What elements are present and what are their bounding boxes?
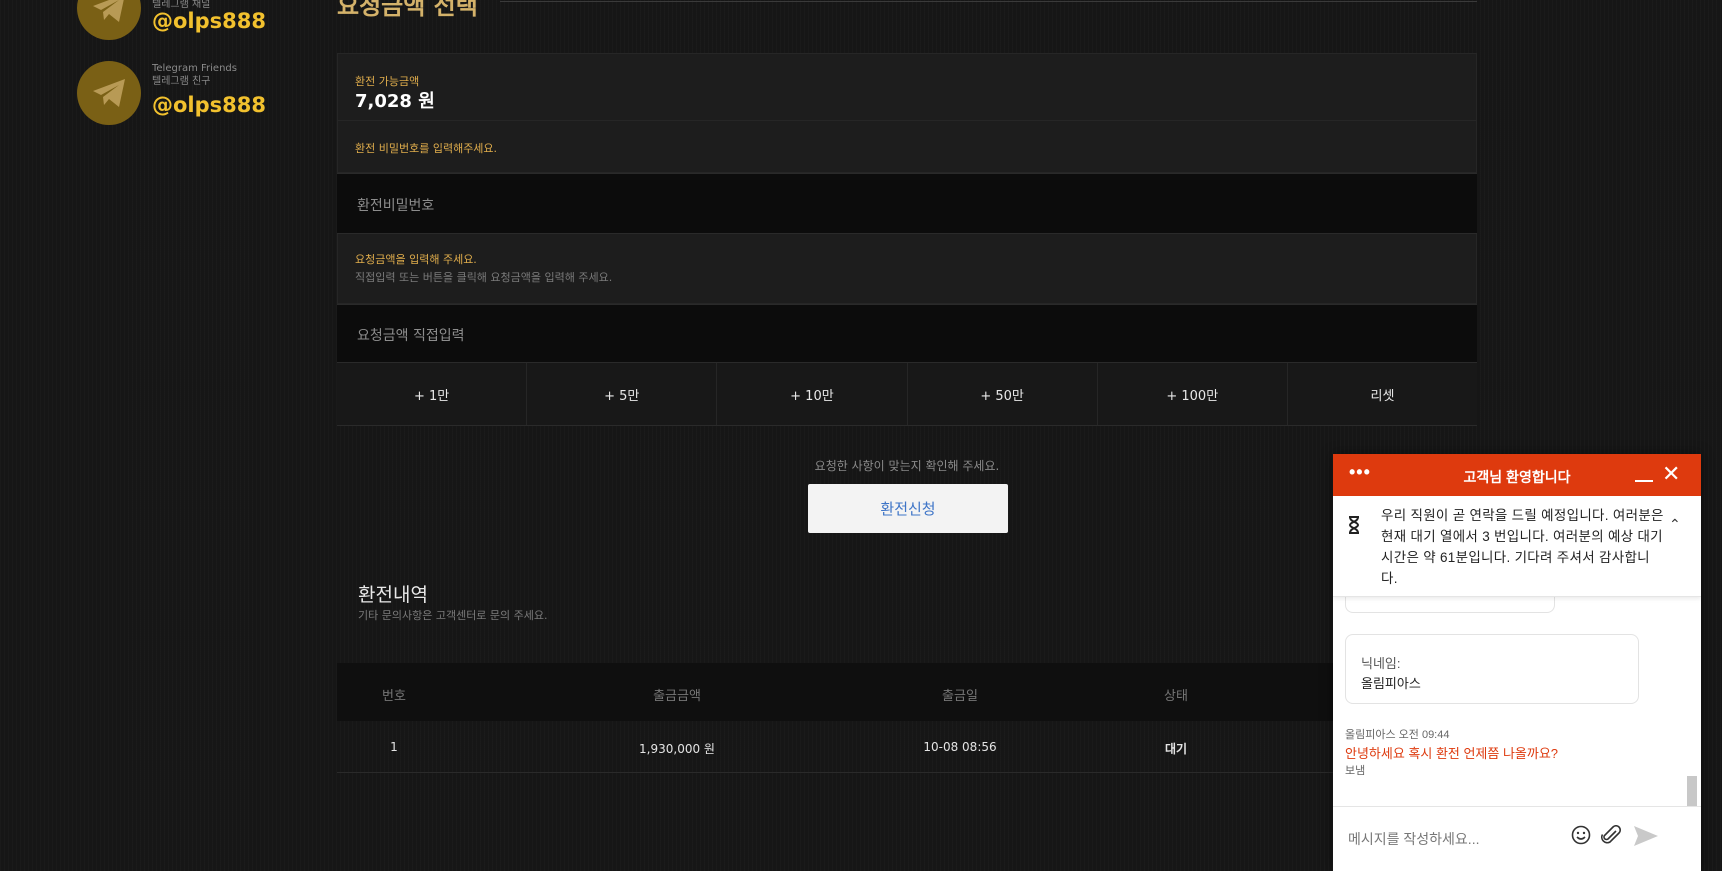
chat-composer: 메시지를 작성하세요... [1333,806,1701,871]
amount-subtext: 직접입력 또는 버튼을 클릭해 요청금액을 입력해 주세요. [355,271,613,284]
title-divider [500,1,1477,2]
password-placeholder: 환전비밀번호 [357,198,435,214]
chevron-up-icon[interactable]: ⌃ [1669,516,1681,533]
amount-prompt: 요청금액을 입력해 주세요. [355,253,477,266]
cell-date: 10-08 08:56 [923,740,997,754]
amount-input[interactable]: 요청금액 직접입력 [337,304,1477,363]
col-number: 번호 [382,689,406,704]
queue-notice-text: 우리 직원이 곧 연락을 드릴 예정입니다. 여러분은 현재 대기 열에서 3 … [1381,508,1664,586]
message-input[interactable]: 메시지를 작성하세요... [1348,829,1479,849]
password-prompt-panel: 환전 비밀번호를 입력해주세요. [337,121,1477,173]
attachment-icon[interactable] [1601,825,1623,845]
message-bubble: 닉네임: 올림피아스 [1345,634,1639,704]
telegram-icon [77,0,141,40]
cell-amount: 1,930,000 원 [639,742,715,756]
cell-status: 대기 [1164,742,1188,756]
add-10k-button[interactable]: + 1만 [337,363,528,425]
telegram-label-en: Telegram Friends [152,63,237,74]
amount-placeholder: 요청금액 직접입력 [357,328,465,344]
col-status: 상태 [1164,689,1188,704]
add-500k-button[interactable]: + 50만 [908,363,1098,425]
chat-title: 고객님 환영합니다 [1463,469,1571,485]
cell-number: 1 [390,740,398,754]
quick-amount-buttons: + 1만 + 5만 + 10만 + 50만 + 100만 리셋 [337,363,1477,426]
telegram-handle[interactable]: @olps888 [152,93,266,117]
nickname-label: 닉네임: [1361,656,1401,671]
nickname-value: 올림피아스 [1361,676,1421,691]
section-title: 요청금액 선택 [337,0,478,20]
emoji-icon[interactable] [1571,825,1591,845]
history-subtitle: 기타 문의사항은 고객센터로 문의 주세요. [358,609,548,622]
col-date: 출금일 [942,689,978,704]
history-title: 환전내역 [358,584,428,606]
user-message: 안녕하세요 혹시 환전 언제쯤 나올까요? [1345,746,1559,761]
telegram-handle[interactable]: @olps888 [152,9,266,33]
message-bubble [1345,596,1555,613]
message-status: 보냄 [1345,765,1366,777]
queue-notice: 우리 직원이 곧 연락을 드릴 예정입니다. 여러분은 현재 대기 열에서 3 … [1333,496,1701,597]
telegram-label-kr: 텔레그램 친구 [152,76,211,87]
close-icon[interactable]: ✕ [1662,463,1680,485]
hourglass-icon [1348,516,1360,534]
add-100k-button[interactable]: + 10만 [717,363,908,425]
message-meta: 올림피아스 오전 09:44 [1345,729,1450,741]
telegram-icon [77,61,141,125]
password-input[interactable]: 환전비밀번호 [337,173,1477,234]
amount-prompt-panel: 요청금액을 입력해 주세요. 직접입력 또는 버튼을 클릭해 요청금액을 입력해… [337,234,1477,304]
history-table-header: 번호 출금금액 출금일 상태 [337,663,1477,721]
available-amount-panel: 환전 가능금액 7,028 원 [337,53,1477,121]
chat-messages: 닉네임: 올림피아스 올림피아스 오전 09:44 안녕하세요 혹시 환전 언제… [1333,596,1701,818]
col-amount: 출금금액 [653,689,701,704]
add-50k-button[interactable]: + 5만 [527,363,718,425]
send-icon[interactable] [1633,825,1659,847]
confirm-text: 요청한 사항이 맞는지 확인해 주세요. [814,459,1000,473]
reset-button[interactable]: 리셋 [1288,363,1477,425]
add-1m-button[interactable]: + 100만 [1098,363,1288,425]
password-prompt: 환전 비밀번호를 입력해주세요. [355,142,498,155]
available-amount: 7,028 원 [355,91,435,112]
minimize-icon[interactable] [1635,480,1653,482]
table-row: 1 1,930,000 원 10-08 08:56 대기 [337,722,1477,773]
submit-exchange-button[interactable]: 환전신청 [808,484,1008,533]
chat-header: ••• 고객님 환영합니다 ✕ [1333,454,1701,496]
chat-widget: ••• 고객님 환영합니다 ✕ 우리 직원이 곧 연락을 드릴 예정입니다. 여… [1333,454,1701,871]
